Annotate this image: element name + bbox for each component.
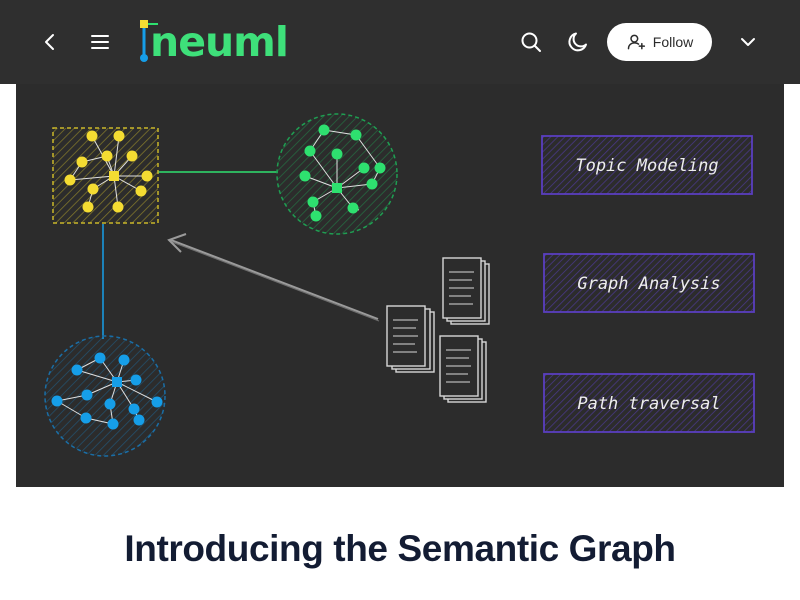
yellow-node-cluster — [52, 127, 159, 224]
search-icon[interactable] — [519, 30, 543, 54]
chevron-down-icon[interactable] — [736, 30, 760, 54]
hero-illustration: Topic Modeling Graph Analysis Path trave… — [16, 84, 784, 487]
graph-analysis-box: Graph Analysis — [543, 253, 755, 313]
logo-mark-icon — [140, 20, 158, 62]
graph-analysis-label: Graph Analysis — [577, 274, 720, 294]
follow-button[interactable]: Follow — [607, 23, 712, 61]
document-stack-icon — [386, 305, 435, 373]
menu-icon[interactable] — [88, 30, 112, 54]
moon-icon[interactable] — [566, 30, 590, 54]
topic-modeling-label: Topic Modeling — [575, 156, 718, 176]
blue-node-cluster — [44, 335, 166, 457]
top-navigation-bar: neuml Follow — [0, 0, 800, 84]
neuml-logo[interactable]: neuml — [138, 17, 289, 66]
arrow — [167, 233, 380, 322]
document-stack-icon — [442, 257, 490, 325]
path-traversal-box: Path traversal — [543, 373, 755, 433]
article-title: Introducing the Semantic Graph — [124, 528, 676, 569]
green-node-cluster — [276, 113, 398, 235]
topic-modeling-box: Topic Modeling — [541, 135, 753, 195]
back-chevron-icon[interactable] — [38, 30, 62, 54]
add-user-icon — [627, 34, 645, 50]
logo-text: neuml — [150, 17, 289, 66]
path-traversal-label: Path traversal — [577, 394, 720, 414]
semantic-graph-diagram: Topic Modeling Graph Analysis Path trave… — [44, 113, 755, 457]
follow-label: Follow — [652, 34, 694, 50]
document-stack-icon — [439, 335, 487, 403]
